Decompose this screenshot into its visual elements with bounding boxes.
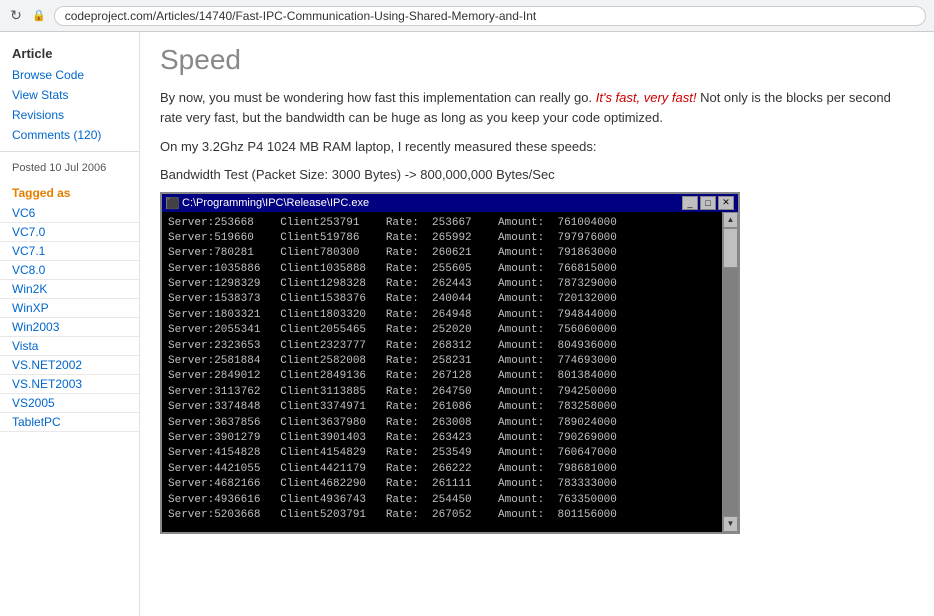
console-titlebar-left: ⬛ C:\Programming\IPC\Release\IPC.exe — [166, 197, 369, 209]
console-line-16: Server:4421055 Client4421179 Rate: 26622… — [168, 462, 718, 477]
console-scrollbar[interactable]: ▲ ▼ — [722, 212, 738, 532]
tag-vc80[interactable]: VC8.0 — [0, 261, 139, 280]
console-line-19: Server:5203668 Client5203791 Rate: 26705… — [168, 508, 718, 523]
console-body-wrapper: Server:253668 Client253791 Rate: 253667 … — [162, 212, 738, 532]
sidebar-link-revisions[interactable]: Revisions — [0, 105, 139, 125]
console-close-btn[interactable]: ✕ — [718, 196, 734, 210]
console-line-14: Server:3901279 Client3901403 Rate: 26342… — [168, 431, 718, 446]
console-scroll-up[interactable]: ▲ — [723, 212, 738, 228]
console-scroll-track — [723, 228, 738, 516]
console-line-18: Server:4936616 Client4936743 Rate: 25445… — [168, 493, 718, 508]
tag-vc71[interactable]: VC7.1 — [0, 242, 139, 261]
browser-bar: ↻ 🔒 codeproject.com/Articles/14740/Fast-… — [0, 0, 934, 32]
console-window: ⬛ C:\Programming\IPC\Release\IPC.exe _ □… — [160, 192, 740, 534]
main-content: Speed By now, you must be wondering how … — [140, 32, 934, 616]
console-line-10: Server:2849012 Client2849136 Rate: 26712… — [168, 369, 718, 384]
tag-vc70[interactable]: VC7.0 — [0, 223, 139, 242]
console-titlebar-buttons: _ □ ✕ — [682, 196, 734, 210]
sidebar: Article Browse Code View Stats Revisions… — [0, 32, 140, 616]
page-heading: Speed — [160, 44, 914, 76]
console-line-12: Server:3374848 Client3374971 Rate: 26108… — [168, 400, 718, 415]
console-line-2: Server:780281 Client780300 Rate: 260621 … — [168, 246, 718, 261]
console-line-0: Server:253668 Client253791 Rate: 253667 … — [168, 216, 718, 231]
sidebar-divider — [0, 151, 139, 152]
sidebar-section-title: Article — [0, 40, 139, 65]
tag-vsnet2003[interactable]: VS.NET2003 — [0, 375, 139, 394]
console-minimize-btn[interactable]: _ — [682, 196, 698, 210]
bandwidth-text: Bandwidth Test (Packet Size: 3000 Bytes)… — [160, 167, 914, 182]
console-line-7: Server:2055341 Client2055465 Rate: 25202… — [168, 323, 718, 338]
console-scroll-thumb[interactable] — [723, 228, 738, 268]
lock-icon: 🔒 — [32, 9, 46, 22]
console-title-icon: ⬛ — [166, 197, 178, 209]
posted-info: Posted 10 Jul 2006 — [0, 158, 139, 178]
console-restore-btn[interactable]: □ — [700, 196, 716, 210]
console-line-9: Server:2581884 Client2582008 Rate: 25823… — [168, 354, 718, 369]
console-line-4: Server:1298329 Client1298328 Rate: 26244… — [168, 277, 718, 292]
tag-vista[interactable]: Vista — [0, 337, 139, 356]
sidebar-link-view-stats[interactable]: View Stats — [0, 85, 139, 105]
tag-win2k[interactable]: Win2K — [0, 280, 139, 299]
console-line-17: Server:4682166 Client4682290 Rate: 26111… — [168, 477, 718, 492]
tag-win2003[interactable]: Win2003 — [0, 318, 139, 337]
console-scroll-down[interactable]: ▼ — [723, 516, 738, 532]
console-line-11: Server:3113762 Client3113885 Rate: 26475… — [168, 385, 718, 400]
console-titlebar: ⬛ C:\Programming\IPC\Release\IPC.exe _ □… — [162, 194, 738, 212]
tagged-as-title: Tagged as — [0, 178, 139, 204]
sidebar-link-browse-code[interactable]: Browse Code — [0, 65, 139, 85]
tag-vsnet2002[interactable]: VS.NET2002 — [0, 356, 139, 375]
console-line-15: Server:4154828 Client4154829 Rate: 25354… — [168, 446, 718, 461]
tag-winxp[interactable]: WinXP — [0, 299, 139, 318]
tag-vc6[interactable]: VC6 — [0, 204, 139, 223]
address-bar[interactable]: codeproject.com/Articles/14740/Fast-IPC-… — [54, 6, 926, 26]
measure-text: On my 3.2Ghz P4 1024 MB RAM laptop, I re… — [160, 137, 914, 157]
console-line-5: Server:1538373 Client1538376 Rate: 24004… — [168, 292, 718, 307]
console-title-text: C:\Programming\IPC\Release\IPC.exe — [182, 197, 369, 209]
console-line-1: Server:519660 Client519786 Rate: 265992 … — [168, 231, 718, 246]
console-line-3: Server:1035886 Client1035888 Rate: 25560… — [168, 262, 718, 277]
page-layout: Article Browse Code View Stats Revisions… — [0, 32, 934, 616]
sidebar-link-comments[interactable]: Comments (120) — [0, 125, 139, 145]
console-line-13: Server:3637856 Client3637980 Rate: 26300… — [168, 416, 718, 431]
tag-tabletpc[interactable]: TabletPC — [0, 413, 139, 432]
reload-icon[interactable]: ↻ — [8, 8, 24, 24]
speed-highlight: It's fast, very fast! — [596, 90, 697, 105]
console-line-8: Server:2323653 Client2323777 Rate: 26831… — [168, 339, 718, 354]
console-body: Server:253668 Client253791 Rate: 253667 … — [162, 212, 738, 532]
tag-vs2005[interactable]: VS2005 — [0, 394, 139, 413]
intro-paragraph: By now, you must be wondering how fast t… — [160, 88, 914, 127]
console-line-6: Server:1803321 Client1803320 Rate: 26494… — [168, 308, 718, 323]
